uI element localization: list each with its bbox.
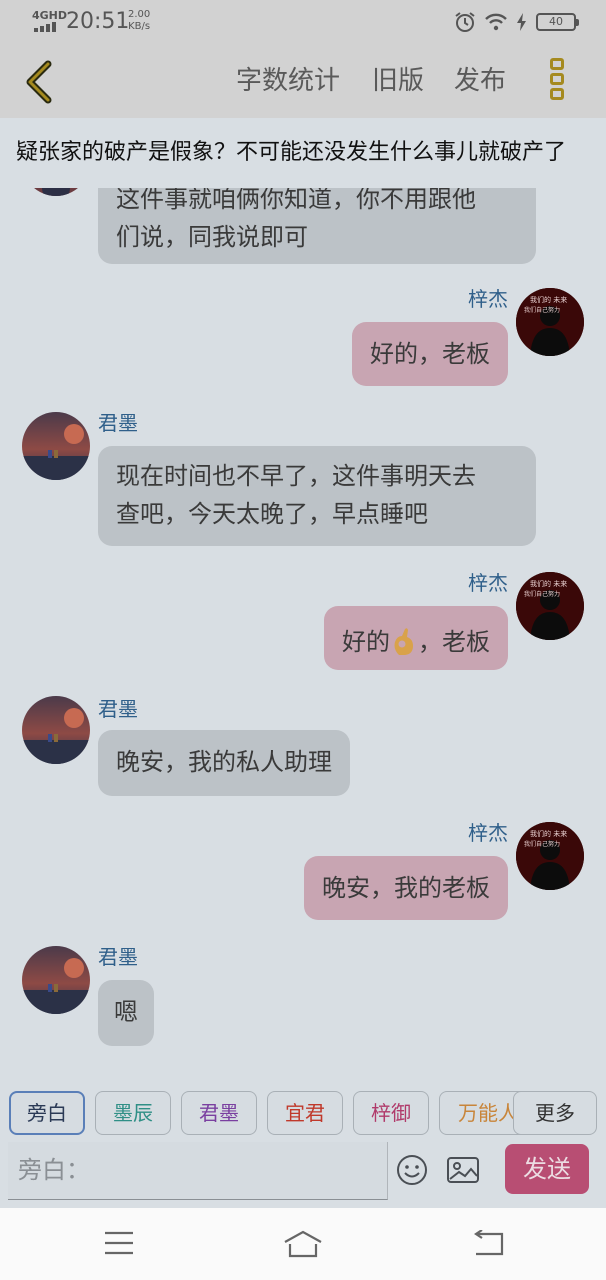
message-text: 好的 [342, 627, 390, 656]
image-icon [447, 1157, 479, 1183]
chevron-left-icon [26, 60, 52, 104]
role-tab-narrator[interactable]: 旁白 [9, 1091, 85, 1135]
avatar-caption: 我们的 未来 [530, 295, 567, 304]
message-bubble[interactable]: 好的，老板 [352, 322, 508, 386]
role-label: 旁白 [27, 1101, 67, 1125]
back-icon[interactable] [472, 1230, 504, 1256]
message-input[interactable]: 旁白： [8, 1142, 388, 1200]
chapter-title: 疑张家的破产是假象？不可能还没发生什么事儿就破产了 [16, 140, 567, 165]
charging-icon [517, 13, 526, 31]
avatar-zijie[interactable]: 我们的 未来 我们自己努力 [516, 572, 584, 640]
status-icons: 40 [454, 11, 579, 33]
message-line: 现在时间也不早了，这件事明天去 [116, 462, 476, 490]
publish-button[interactable]: 发布 [454, 64, 506, 98]
avatar-caption: 我们自己努力 [524, 840, 560, 848]
image-button[interactable] [446, 1154, 480, 1186]
ok-hand-emoji [394, 627, 413, 655]
message-bubble[interactable]: 这件事就咱俩你知道，你不用跟他 们说，同我说即可 [98, 188, 536, 264]
speed-value: 2.00 [128, 9, 151, 20]
avatar-junmo[interactable] [22, 188, 90, 196]
role-label: 万能人 [458, 1101, 518, 1125]
role-tab-junmo[interactable]: 君墨 [181, 1091, 257, 1135]
role-selector: 旁白 墨辰 君墨 宜君 梓御 万能人 更多 [0, 1080, 606, 1142]
chapter-title-bar: 疑张家的破产是假象？不可能还没发生什么事儿就破产了 [0, 118, 606, 188]
sender-name: 梓杰 [468, 821, 508, 845]
message-bubble[interactable]: 嗯 [98, 980, 154, 1046]
message-bubble[interactable]: 晚安，我的私人助理 [98, 730, 350, 796]
role-label: 墨辰 [113, 1101, 153, 1125]
message-line: 查吧，今天太晚了，早点睡吧 [116, 500, 428, 528]
avatar-caption: 我们自己努力 [524, 306, 560, 314]
back-button[interactable] [22, 60, 62, 104]
message-bubble[interactable]: 晚安，我的老板 [304, 856, 508, 920]
avatar-zijie[interactable]: 我们的 未来 我们自己努力 [516, 822, 584, 890]
system-nav-bar [0, 1208, 606, 1280]
role-tab-yijun[interactable]: 宜君 [267, 1091, 343, 1135]
sender-name: 梓杰 [468, 571, 508, 595]
role-label: 君墨 [199, 1101, 239, 1125]
clock: 20:51 [66, 9, 130, 34]
role-tab-ziyu[interactable]: 梓御 [353, 1091, 429, 1135]
status-bar: 4GHD 20:51 2.00 KB/s 40 [0, 0, 606, 46]
avatar-caption: 我们的 未来 [530, 579, 567, 588]
wifi-icon [485, 13, 507, 31]
avatar-zijie[interactable]: 我们的 未来 我们自己努力 [516, 288, 584, 356]
role-label: 梓御 [371, 1101, 411, 1125]
sender-name: 君墨 [98, 697, 138, 721]
avatar-junmo[interactable] [22, 696, 90, 764]
signal-icon [34, 22, 60, 32]
title-bar: 字数统计 旧版 发布 [0, 46, 606, 118]
network-speed: 2.00 KB/s [128, 9, 150, 33]
message-line: 这件事就咱俩你知道，你不用跟他 [116, 188, 476, 213]
avatar-junmo[interactable] [22, 412, 90, 480]
message-bubble[interactable]: 好的 ，老板 [324, 606, 508, 670]
avatar-caption: 我们的 未来 [530, 829, 567, 838]
role-label: 宜君 [285, 1101, 325, 1125]
sender-name: 君墨 [98, 945, 138, 969]
emoji-button[interactable] [396, 1154, 428, 1186]
input-bar: 旁白： 发送 [0, 1142, 606, 1208]
role-label: 更多 [535, 1101, 575, 1125]
menu-icon[interactable] [104, 1230, 134, 1256]
sender-name: 梓杰 [468, 287, 508, 311]
message-line: 们说，同我说即可 [116, 223, 308, 251]
sender-name: 君墨 [98, 411, 138, 435]
more-vertical-icon[interactable] [546, 58, 568, 106]
alarm-icon [455, 12, 475, 32]
avatar-junmo[interactable] [22, 946, 90, 1014]
avatar-caption: 我们自己努力 [524, 590, 560, 598]
old-version-button[interactable]: 旧版 [372, 64, 424, 98]
chat-list[interactable]: 这件事就咱俩你知道，你不用跟他 们说，同我说即可 梓杰 我们的 未来 我们自己努… [0, 188, 606, 1080]
send-button[interactable]: 发送 [505, 1144, 589, 1194]
home-icon[interactable] [283, 1230, 323, 1258]
network-type: 4GHD [32, 9, 68, 22]
role-tab-mochen[interactable]: 墨辰 [95, 1091, 171, 1135]
battery-icon: 40 [536, 13, 579, 31]
message-bubble[interactable]: 现在时间也不早了，这件事明天去 查吧，今天太晚了，早点睡吧 [98, 446, 536, 546]
speed-unit: KB/s [128, 21, 151, 32]
message-text: ，老板 [418, 627, 490, 656]
word-count-button[interactable]: 字数统计 [236, 64, 340, 98]
smiley-icon [397, 1155, 427, 1185]
more-roles-button[interactable]: 更多 [513, 1091, 597, 1135]
